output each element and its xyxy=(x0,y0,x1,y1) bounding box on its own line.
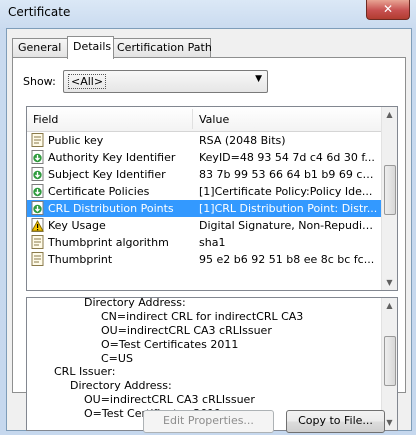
field-value: Digital Signature, Non-Repudia... xyxy=(199,219,379,232)
list-header: Field Value xyxy=(27,107,381,132)
column-divider[interactable] xyxy=(192,109,193,129)
title-bar[interactable]: Certificate ✕ xyxy=(0,0,416,28)
list-item[interactable]: Thumbprint algorithm sha1 xyxy=(27,234,381,251)
field-value: KeyID=48 93 54 7d c4 6d 30 f... xyxy=(199,151,375,164)
field-value: [1]Certificate Policy:Policy Ide... xyxy=(199,185,373,198)
column-header-value[interactable]: Value xyxy=(199,113,229,126)
extension-icon xyxy=(31,167,44,181)
scroll-down-icon[interactable]: ▼ xyxy=(382,275,397,290)
detail-line: Directory Address: xyxy=(84,297,186,309)
show-selected-value: <All> xyxy=(68,74,107,89)
scroll-up-icon[interactable]: ▲ xyxy=(382,298,397,313)
critical-extension-icon xyxy=(31,218,44,232)
field-value: 95 e2 b6 92 51 b8 ee 8c bc fc... xyxy=(199,253,375,266)
field-name: Thumbprint algorithm xyxy=(48,236,169,249)
chevron-down-icon: ▼ xyxy=(255,74,262,84)
copy-to-file-button[interactable]: Copy to File... xyxy=(286,410,385,433)
tab-certification-path[interactable]: Certification Path xyxy=(111,38,212,57)
details-panel: Show: <All> ▼ Field Value Public key RSA… xyxy=(12,57,406,431)
field-value: sha1 xyxy=(199,236,226,249)
field-name: Thumbprint xyxy=(48,253,113,266)
edit-properties-button[interactable]: Edit Properties... xyxy=(143,410,274,433)
detail-line: OU=indirectCRL CA3 cRLIssuer xyxy=(84,393,255,407)
dialog-client: General Details Certification Path Show:… xyxy=(6,28,412,433)
scrollbar-thumb[interactable] xyxy=(384,165,396,215)
list-item[interactable]: Authority Key Identifier KeyID=48 93 54 … xyxy=(27,149,381,166)
tab-general[interactable]: General xyxy=(12,38,70,57)
list-item-selected[interactable]: CRL Distribution Points [1]CRL Distribut… xyxy=(27,200,381,217)
column-header-field[interactable]: Field xyxy=(33,113,58,126)
field-name: Public key xyxy=(48,134,104,147)
detail-line: CN=indirect CRL for indirectCRL CA3 xyxy=(101,309,304,323)
detail-line: OU=indirectCRL CA3 cRLIssuer xyxy=(101,323,272,337)
extension-icon xyxy=(31,201,44,215)
list-item[interactable]: Public key RSA (2048 Bits) xyxy=(27,132,381,149)
show-label: Show: xyxy=(23,75,56,88)
detail-line: CRL Issuer: xyxy=(54,365,116,379)
list-item[interactable]: Subject Key Identifier 83 7b 99 53 66 64… xyxy=(27,166,381,183)
list-scrollbar[interactable]: ▲ ▼ xyxy=(381,107,397,290)
detail-line: Directory Address: xyxy=(70,379,172,393)
field-name: Authority Key Identifier xyxy=(48,151,176,164)
field-value: [1]CRL Distribution Point: Distr... xyxy=(199,202,378,215)
field-name: Certificate Policies xyxy=(48,185,150,198)
extension-icon xyxy=(31,184,44,198)
tab-details[interactable]: Details xyxy=(67,36,114,59)
detail-lines: Directory Address: CN=indirect CRL for i… xyxy=(27,297,381,421)
cert-field-icon xyxy=(31,133,44,147)
detail-line: O=Test Certificates 2011 xyxy=(101,337,239,351)
close-button[interactable]: ✕ xyxy=(366,0,410,20)
cert-field-icon xyxy=(31,252,44,266)
scrollbar-thumb[interactable] xyxy=(384,336,396,386)
list-item[interactable]: Thumbprint 95 e2 b6 92 51 b8 ee 8c bc fc… xyxy=(27,251,381,268)
field-value: 83 7b 99 53 66 64 b1 b9 69 ca... xyxy=(199,168,379,181)
scroll-up-icon[interactable]: ▲ xyxy=(382,107,397,122)
list-item[interactable]: Key Usage Digital Signature, Non-Repudia… xyxy=(27,217,381,234)
list-item[interactable]: Certificate Policies [1]Certificate Poli… xyxy=(27,183,381,200)
field-list[interactable]: Field Value Public key RSA (2048 Bits) A… xyxy=(26,106,398,291)
detail-line: C=US xyxy=(101,351,133,365)
field-name: Subject Key Identifier xyxy=(48,168,166,181)
field-value: RSA (2048 Bits) xyxy=(199,134,286,147)
extension-icon xyxy=(31,150,44,164)
window-title: Certificate xyxy=(8,5,71,19)
show-dropdown[interactable]: <All> ▼ xyxy=(63,70,268,93)
cert-field-icon xyxy=(31,235,44,249)
certificate-window: Certificate ✕ General Details Certificat… xyxy=(0,0,416,435)
field-name: Key Usage xyxy=(48,219,106,232)
field-name: CRL Distribution Points xyxy=(48,202,174,215)
field-rows: Public key RSA (2048 Bits) Authority Key… xyxy=(27,132,381,268)
